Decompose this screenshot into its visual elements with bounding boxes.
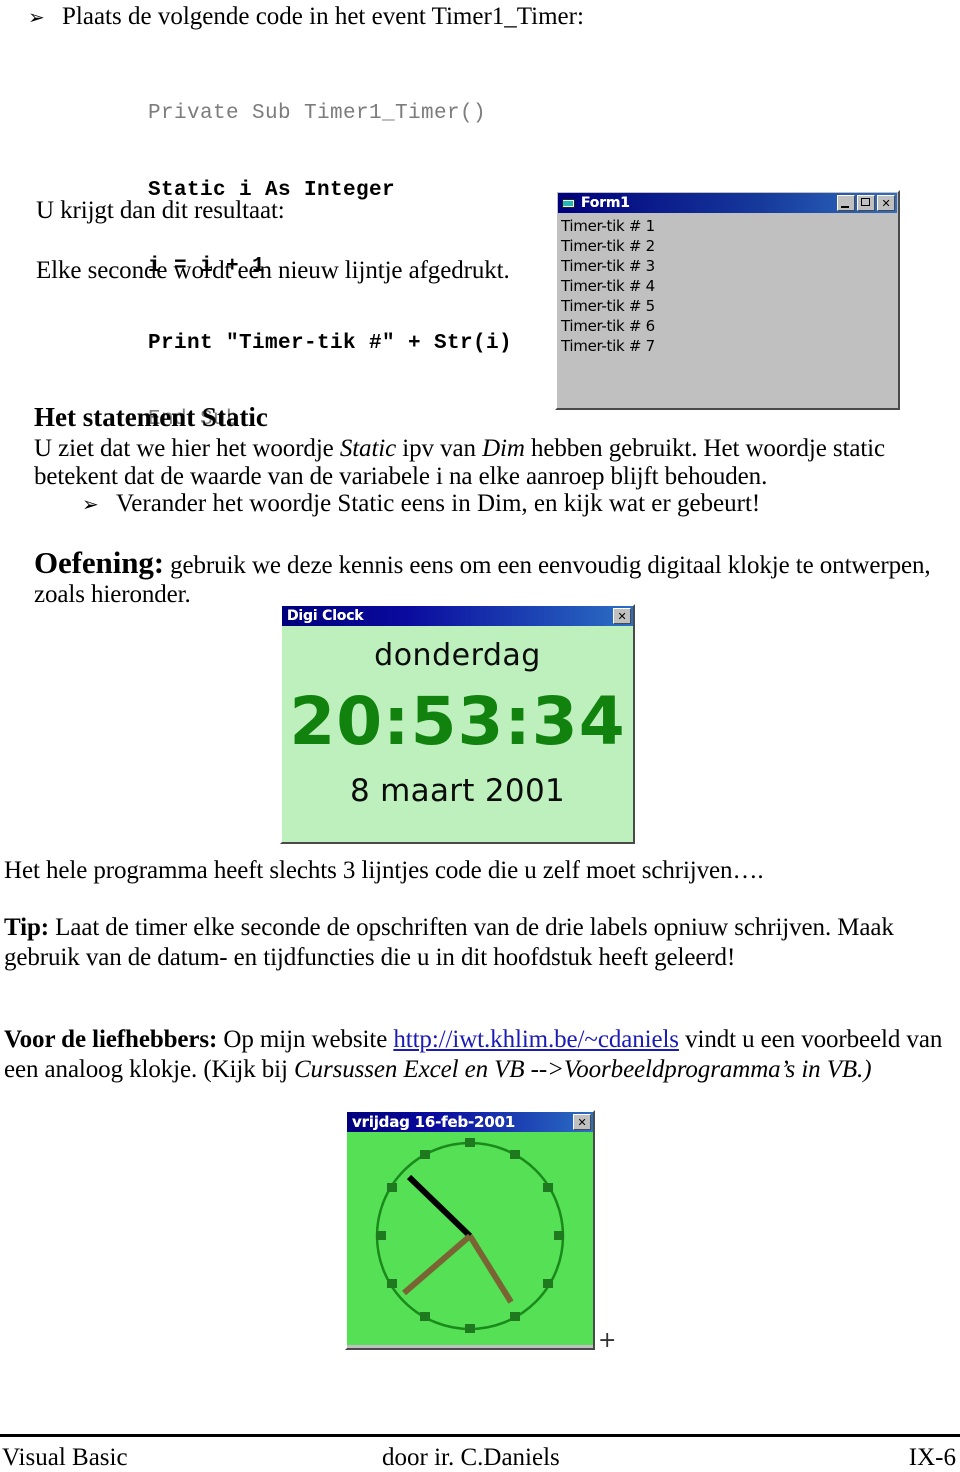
digiclock-display: donderdag 20:53:34 8 maart 2001 xyxy=(282,626,633,842)
website-link[interactable]: http://iwt.khlim.be/~cdaniels xyxy=(393,1026,679,1053)
close-icon[interactable]: ✕ xyxy=(613,608,631,624)
static-text-c: hebben gebruikt. Het woordje static xyxy=(524,435,886,462)
paragraph-liefhebbers-line2: een analoog klokje. (Kijk bij Cursussen … xyxy=(4,1055,956,1085)
clock-minute-hand xyxy=(467,1234,514,1304)
list-item: Timer-tik # 4 xyxy=(561,277,655,295)
form1-window: Form1 ✕ Timer-tik # 1 Timer-tik # 2 Time… xyxy=(555,190,900,410)
arrow-bullet-icon: ➢ xyxy=(28,5,45,29)
digiclock-window-controls: ✕ xyxy=(613,608,631,624)
tip-text: Laat de timer elke seconde de opschrifte… xyxy=(49,914,894,941)
liefhebbers-text-b: vindt u een voorbeeld van xyxy=(678,1026,943,1053)
analog-title: vrijdag 16-feb-2001 xyxy=(352,1113,515,1131)
paragraph-oefening-line2: zoals hieronder. xyxy=(34,581,191,608)
plus-marker: + xyxy=(598,1328,617,1353)
bullet-item-label: Verander het woordje Static eens in Dim,… xyxy=(116,490,761,517)
analog-window-controls: ✕ xyxy=(573,1114,591,1130)
list-item: Timer-tik # 7 xyxy=(561,337,655,355)
paragraph-static-explanation: U ziet dat we hier het woordje Static ip… xyxy=(34,434,914,464)
bullet-item-place-code: ➢ Plaats de volgende code in het event T… xyxy=(28,2,928,32)
digiclock-titlebar: Digi Clock ✕ xyxy=(282,606,633,626)
footer-left-text: Visual Basic xyxy=(2,1444,128,1471)
digiclock-window: Digi Clock ✕ donderdag 20:53:34 8 maart … xyxy=(280,604,635,844)
paragraph-tip: Tip: Laat de timer elke seconde de opsch… xyxy=(4,913,954,943)
bullet-item-change-static: ➢ Verander het woordje Static eens in Di… xyxy=(82,489,942,519)
list-item: Timer-tik # 6 xyxy=(561,317,655,335)
form-icon xyxy=(561,196,577,210)
list-item: Timer-tik # 3 xyxy=(561,257,655,275)
static-keyword: Static xyxy=(339,435,397,462)
form1-output-list: Timer-tik # 1 Timer-tik # 2 Timer-tik # … xyxy=(557,213,898,356)
static-text-b: ipv van xyxy=(396,435,483,462)
static-text-a: U ziet dat we hier het woordje xyxy=(34,435,340,462)
code-line-1: Private Sub Timer1_Timer() xyxy=(148,102,487,125)
clock-second-hand xyxy=(406,1174,473,1239)
dim-keyword: Dim xyxy=(482,435,525,462)
digiclock-time-label: 20:53:34 xyxy=(289,683,626,760)
paragraph-programma: Het hele programma heeft slechts 3 lijnt… xyxy=(4,857,764,884)
digiclock-day-label: donderdag xyxy=(374,638,541,673)
section-heading-static: Het statement Static xyxy=(34,402,268,432)
list-item: Timer-tik # 2 xyxy=(561,237,655,255)
list-item: Timer-tik # 5 xyxy=(561,297,655,315)
minimize-button[interactable] xyxy=(837,195,855,211)
arrow-bullet-icon: ➢ xyxy=(82,492,99,516)
liefhebbers-text-a: Op mijn website xyxy=(217,1026,394,1053)
paragraph-result-intro: U krijgt dan dit resultaat: xyxy=(36,197,285,224)
digiclock-title: Digi Clock xyxy=(287,608,364,624)
code-line-4: Print "Timer-tik #" + Str(i) xyxy=(148,331,513,355)
liefhebbers-label: Voor de liefhebbers: xyxy=(4,1026,218,1053)
footer-page-number: IX-6 xyxy=(908,1444,956,1471)
form1-titlebar: Form1 ✕ xyxy=(558,193,897,213)
bullet-item-label: Plaats de volgende code in het event Tim… xyxy=(62,3,584,30)
page-footer: Visual Basic door ir. C.Daniels IX-6 xyxy=(0,1444,960,1472)
document-page: ➢ Plaats de volgende code in het event T… xyxy=(0,0,960,1471)
list-item: Timer-tik # 1 xyxy=(561,217,655,235)
liefhebbers-line2-text: een analoog klokje. (Kijk bij xyxy=(4,1056,294,1083)
footer-divider xyxy=(0,1434,960,1437)
analog-clock-window: vrijdag 16-feb-2001 ✕ xyxy=(345,1110,595,1350)
paragraph-tip-line2: gebruik van de datum- en tijdfuncties di… xyxy=(4,944,736,971)
form1-title: Form1 xyxy=(581,195,630,211)
footer-center-text: door ir. C.Daniels xyxy=(382,1444,560,1471)
clock-svg xyxy=(375,1138,565,1333)
digiclock-date-label: 8 maart 2001 xyxy=(349,773,565,809)
maximize-button[interactable] xyxy=(857,195,875,211)
tip-label: Tip: xyxy=(4,914,49,941)
paragraph-liefhebbers: Voor de liefhebbers: Op mijn website htt… xyxy=(4,1025,956,1055)
oefening-text: gebruik we deze kennis eens om een eenvo… xyxy=(163,552,931,579)
clock-hour-hand xyxy=(402,1233,472,1296)
analog-titlebar: vrijdag 16-feb-2001 ✕ xyxy=(347,1112,593,1132)
close-icon[interactable]: ✕ xyxy=(573,1114,591,1130)
close-icon[interactable]: ✕ xyxy=(877,195,895,211)
liefhebbers-line2-italic: Cursussen Excel en VB -->Voorbeeldprogra… xyxy=(293,1056,872,1083)
analog-clock-face xyxy=(347,1132,593,1345)
oefening-label: Oefening: xyxy=(34,545,164,580)
paragraph-static-explanation-line2: betekent dat de waarde van de variabele … xyxy=(34,463,768,490)
paragraph-oefening: Oefening: gebruik we deze kennis eens om… xyxy=(34,545,934,581)
form1-window-controls: ✕ xyxy=(837,195,895,211)
paragraph-result-note: Elke seconde wordt een nieuw lijntje afg… xyxy=(36,257,510,284)
